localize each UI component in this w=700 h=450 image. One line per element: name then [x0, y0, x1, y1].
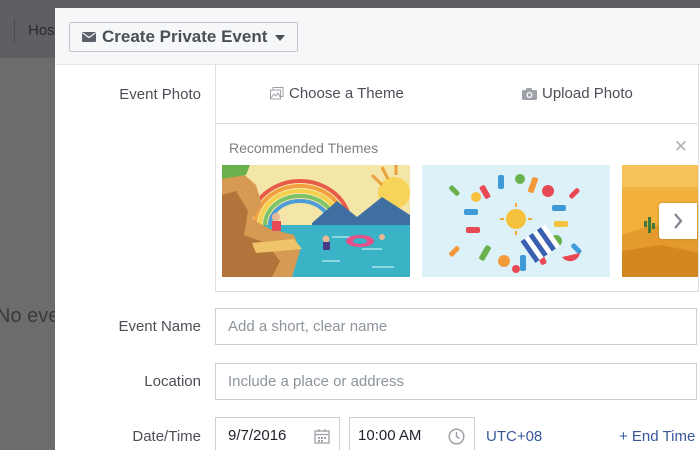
time-value: 10:00 AM	[358, 427, 422, 444]
timezone-link[interactable]: UTC+08	[486, 428, 542, 445]
datetime-label: Date/Time	[132, 428, 201, 445]
clock-icon[interactable]	[448, 428, 465, 445]
summer-items-illustration	[422, 165, 610, 277]
end-time-link[interactable]: + End Time	[619, 428, 695, 445]
recommended-themes-title: Recommended Themes	[229, 140, 379, 156]
dialog-header: Create Private Event	[55, 8, 700, 65]
create-event-dialog: Create Private Event Event Photo Choose …	[55, 8, 700, 450]
event-photo-label: Event Photo	[119, 86, 201, 103]
privacy-label: Create Private Event	[102, 27, 268, 46]
location-placeholder: Include a place or address	[228, 373, 404, 390]
theme-icon	[270, 87, 284, 100]
event-name-label: Event Name	[118, 318, 201, 335]
photo-tabs: Choose a Theme Upload Photo	[216, 65, 698, 124]
upload-photo-label: Upload Photo	[542, 85, 633, 102]
theme-thumbnail-summer[interactable]	[422, 165, 610, 277]
choose-theme-label: Choose a Theme	[289, 85, 404, 102]
time-input[interactable]: 10:00 AM	[349, 417, 475, 450]
beach-scene-illustration	[222, 165, 410, 277]
date-input[interactable]: 9/7/2016	[215, 417, 340, 450]
background-empty-text: No eve	[0, 305, 60, 327]
theme-thumbnail-beach[interactable]	[222, 165, 410, 277]
location-label: Location	[144, 373, 201, 390]
event-name-input[interactable]: Add a short, clear name	[215, 308, 697, 345]
chevron-down-icon	[275, 34, 286, 41]
choose-theme-button[interactable]: Choose a Theme	[270, 85, 404, 102]
chevron-right-icon	[674, 213, 683, 229]
upload-photo-button[interactable]: Upload Photo	[522, 85, 633, 102]
close-icon[interactable]: ✕	[674, 138, 688, 155]
location-input[interactable]: Include a place or address	[215, 363, 697, 400]
event-name-placeholder: Add a short, clear name	[228, 318, 388, 335]
privacy-dropdown-button[interactable]: Create Private Event	[69, 22, 299, 52]
date-value: 9/7/2016	[228, 427, 287, 444]
background-divider	[14, 18, 15, 42]
background-tab: Hos	[28, 22, 55, 39]
next-themes-button[interactable]	[659, 203, 697, 239]
camera-icon	[522, 87, 537, 100]
calendar-icon[interactable]	[314, 428, 330, 444]
event-photo-box: Choose a Theme Upload Photo Recommended …	[215, 65, 699, 292]
envelope-icon	[82, 32, 96, 42]
